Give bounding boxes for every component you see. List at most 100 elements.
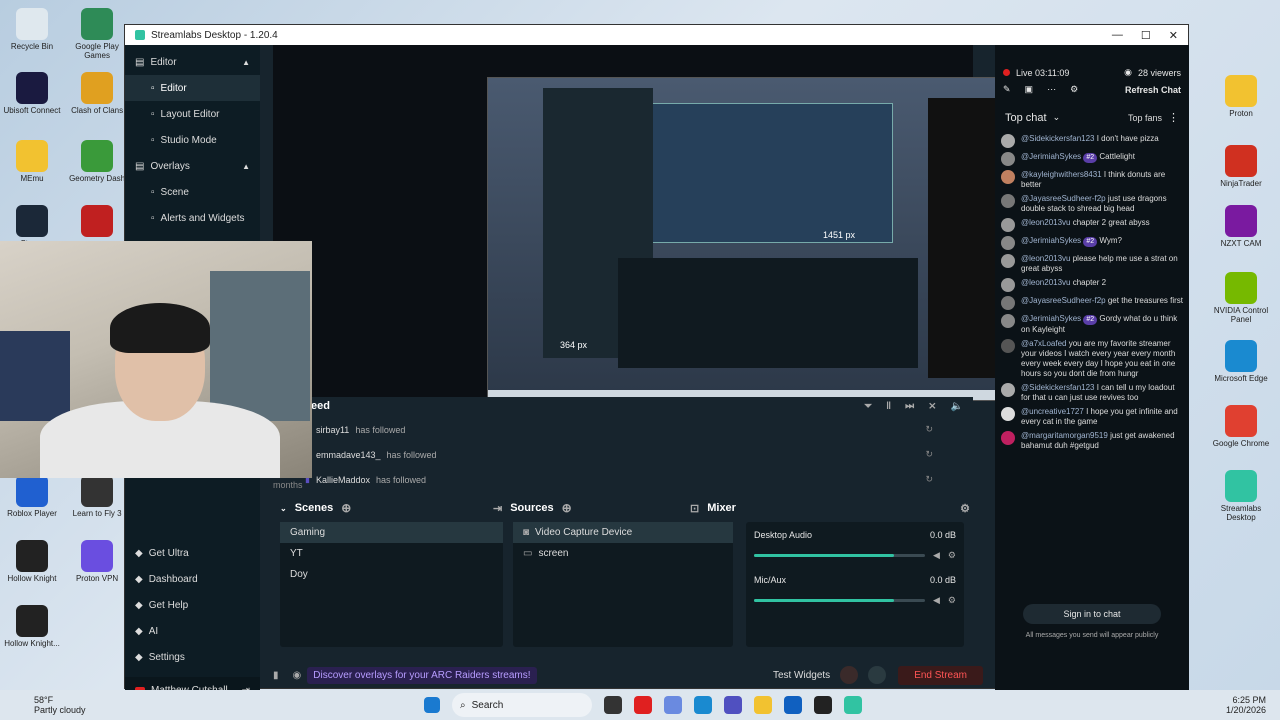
more-icon[interactable]: ⋮: [1168, 111, 1179, 124]
youtube-app-icon[interactable]: [634, 696, 652, 714]
chat-username[interactable]: @leon2013vu: [1021, 278, 1071, 287]
replay-button[interactable]: [868, 666, 887, 684]
chat-username[interactable]: @leon2013vu: [1021, 254, 1071, 263]
chat-username[interactable]: @Sidekickersfan123: [1021, 383, 1095, 392]
clip-icon[interactable]: ▣: [1025, 84, 1034, 95]
speaker-icon[interactable]: ◀: [933, 595, 940, 606]
weather-desc[interactable]: Partly cloudy: [34, 705, 86, 715]
sidebar-item-get-help[interactable]: ◆ Get Help: [125, 592, 260, 618]
desktop-icon[interactable]: Proton VPN: [65, 540, 129, 583]
desktop-icon[interactable]: Google Play Games: [65, 8, 129, 60]
add-scene-button[interactable]: ⊕: [341, 501, 351, 515]
gear-icon[interactable]: ⚙: [1070, 84, 1078, 95]
clock-time[interactable]: 6:25 PM: [1232, 695, 1266, 705]
end-stream-button[interactable]: End Stream: [898, 665, 983, 685]
chat-username[interactable]: @JayasreeSudheer-f2p: [1021, 194, 1106, 203]
chevron-down-icon[interactable]: ⌄: [1053, 112, 1061, 123]
outlook-icon[interactable]: [784, 696, 802, 714]
volume-icon[interactable]: 🔈: [951, 401, 963, 412]
sidebar-item-layout-editor[interactable]: ▫ Layout Editor: [125, 101, 260, 127]
desktop-icon[interactable]: Hollow Knight: [0, 540, 64, 583]
chat-username[interactable]: @JerimiahSykes: [1021, 314, 1081, 323]
taskbar-search[interactable]: ⌕ Search: [452, 693, 592, 717]
chat-username[interactable]: @JerimiahSykes: [1021, 152, 1081, 161]
copilot-icon[interactable]: [664, 696, 682, 714]
minimize-button[interactable]: —: [1112, 29, 1123, 42]
test-widgets-button[interactable]: Test Widgets: [773, 670, 830, 681]
desktop-icon[interactable]: Microsoft Edge: [1209, 340, 1273, 383]
sidebar-item-dashboard[interactable]: ◆ Dashboard: [125, 566, 260, 592]
desktop-icon[interactable]: NVIDIA Control Panel: [1209, 272, 1273, 324]
close-button[interactable]: ✕: [1169, 29, 1178, 42]
chat-username[interactable]: @leon2013vu: [1021, 218, 1071, 227]
teams-icon[interactable]: [724, 696, 742, 714]
repeat-alert-icon[interactable]: ↻: [925, 424, 933, 435]
sidebar-item-editor[interactable]: ▤ Editor ▲: [125, 49, 260, 75]
record-button[interactable]: [840, 666, 859, 684]
clock-date[interactable]: 1/20/2026: [1226, 705, 1266, 715]
sidebar-item-settings[interactable]: ◆ Settings: [125, 644, 260, 670]
gear-icon[interactable]: ⚙: [948, 550, 956, 561]
desktop-icon[interactable]: Roblox Player: [0, 475, 64, 518]
desktop-icon[interactable]: Proton: [1209, 75, 1273, 118]
filter-icon[interactable]: ⏷: [864, 401, 872, 412]
sidebar-item-scene[interactable]: ▫ Scene: [125, 179, 260, 205]
desktop-icon[interactable]: Google Chrome: [1209, 405, 1273, 448]
xbox-icon[interactable]: [814, 696, 832, 714]
file-explorer-icon[interactable]: [754, 696, 772, 714]
pause-icon[interactable]: ‖: [886, 401, 891, 412]
desktop-icon[interactable]: Ubisoft Connect: [0, 72, 64, 115]
desktop-icon[interactable]: Clash of Clans: [65, 72, 129, 115]
desktop-icon[interactable]: Geometry Dash: [65, 140, 129, 183]
stats-icon[interactable]: ▮: [273, 670, 279, 681]
stream-preview[interactable]: 364 px 1451 px: [487, 77, 1058, 401]
share-icon[interactable]: ⋯: [1047, 84, 1056, 95]
mixer-settings-icon[interactable]: ⊡: [690, 502, 699, 515]
gear-icon[interactable]: ⚙: [948, 595, 956, 606]
desktop-icon[interactable]: Streamlabs Desktop: [1209, 470, 1273, 522]
volume-slider[interactable]: [754, 554, 925, 557]
chevron-down-icon[interactable]: ⌄: [280, 504, 287, 513]
sidebar-item-ai[interactable]: ◆ AI: [125, 618, 260, 644]
chat-username[interactable]: @uncreative1727: [1021, 407, 1084, 416]
speaker-icon[interactable]: ◀: [933, 550, 940, 561]
folder-icon[interactable]: ⇥: [493, 502, 502, 515]
desktop-icon[interactable]: [65, 205, 129, 239]
desktop-icon[interactable]: MEmu: [0, 140, 64, 183]
desktop-icon[interactable]: Recycle Bin: [0, 8, 64, 51]
maximize-button[interactable]: ☐: [1141, 29, 1151, 42]
sidebar-item-get-ultra[interactable]: ◆ Get Ultra: [125, 540, 260, 566]
chevron-up-icon[interactable]: ▲: [242, 162, 250, 171]
chat-username[interactable]: @margaritamorgan9519: [1021, 431, 1108, 440]
chat-username[interactable]: @a7xLoafed: [1021, 339, 1067, 348]
task-view-icon[interactable]: [604, 696, 622, 714]
skip-icon[interactable]: ⏭: [905, 401, 914, 412]
add-source-button[interactable]: ⊕: [562, 501, 572, 515]
sidebar-item-alerts-and-widgets[interactable]: ▫ Alerts and Widgets: [125, 205, 260, 231]
sidebar-item-overlays[interactable]: ▤ Overlays ▲: [125, 153, 260, 179]
top-chat-dropdown[interactable]: Top chat: [1005, 112, 1047, 124]
chat-username[interactable]: @kayleighwithers8431: [1021, 170, 1102, 179]
weather-temp[interactable]: 58°F: [34, 695, 86, 705]
repeat-alert-icon[interactable]: ↻: [925, 449, 933, 460]
chat-username[interactable]: @Sidekickersfan123: [1021, 134, 1095, 143]
desktop-icon[interactable]: Hollow Knight...: [0, 605, 64, 648]
chat-username[interactable]: @JayasreeSudheer-f2p: [1021, 296, 1106, 305]
edge-icon[interactable]: [694, 696, 712, 714]
scene-item[interactable]: Gaming: [280, 522, 503, 543]
volume-slider[interactable]: [754, 599, 925, 602]
chat-username[interactable]: @JerimiahSykes: [1021, 236, 1081, 245]
scene-item[interactable]: YT: [280, 543, 503, 564]
gear-icon[interactable]: ⚙: [960, 502, 970, 515]
sign-in-button[interactable]: Sign in to chat: [1023, 604, 1161, 624]
chevron-up-icon[interactable]: ▲: [242, 58, 250, 67]
promo-banner[interactable]: Discover overlays for your ARC Raiders s…: [307, 666, 537, 684]
windows-start-icon[interactable]: [424, 697, 440, 713]
streamlabs-taskbar-icon[interactable]: [844, 696, 862, 714]
mute-alerts-icon[interactable]: ⨯: [928, 401, 936, 412]
top-fans-button[interactable]: Top fans: [1128, 113, 1162, 123]
repeat-alert-icon[interactable]: ↻: [925, 474, 933, 485]
desktop-icon[interactable]: NZXT CAM: [1209, 205, 1273, 248]
sidebar-item-editor[interactable]: ▫ Editor: [125, 75, 260, 101]
refresh-chat-button[interactable]: Refresh Chat: [1125, 85, 1181, 95]
